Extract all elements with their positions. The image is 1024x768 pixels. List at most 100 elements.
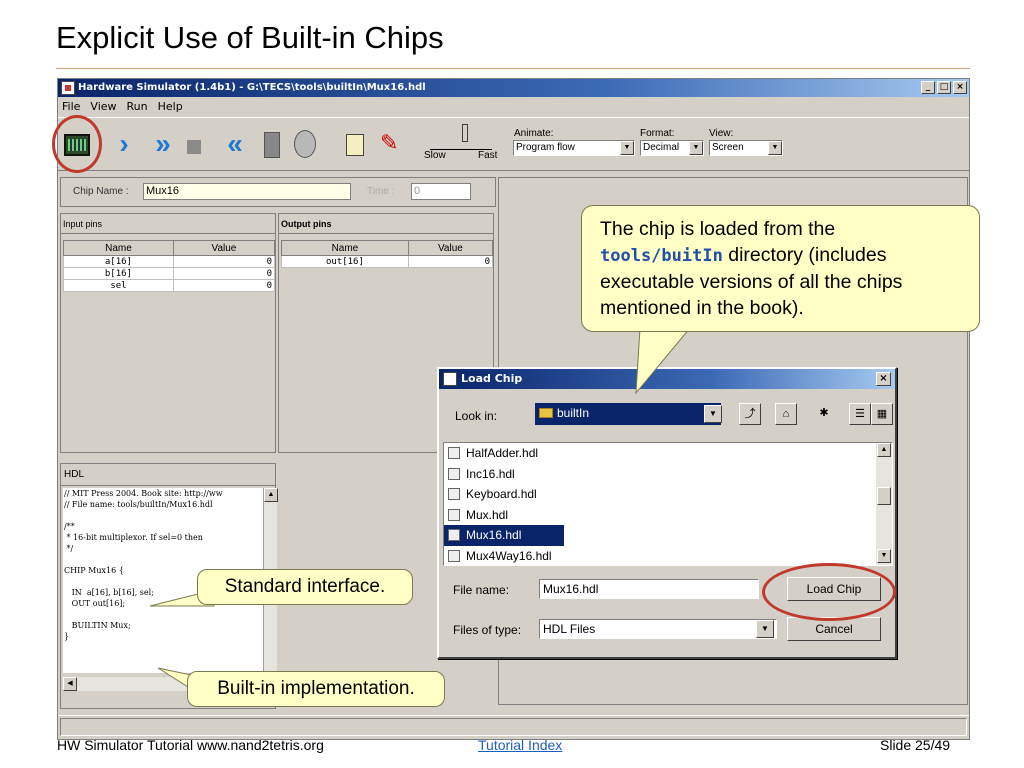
eval-icon[interactable] bbox=[264, 132, 280, 158]
home-folder-icon[interactable]: ⌂ bbox=[775, 403, 797, 425]
close-button[interactable]: × bbox=[953, 81, 967, 94]
fast-label: Fast bbox=[478, 150, 498, 161]
file-name-input[interactable]: Mux16.hdl bbox=[539, 579, 759, 599]
pin-name: b[16] bbox=[63, 267, 174, 280]
chip-name-panel: Chip Name : Mux16 Time : 0 bbox=[60, 177, 496, 207]
view-select[interactable]: Screen ▼ bbox=[709, 140, 783, 156]
minimize-button[interactable]: _ bbox=[921, 81, 935, 94]
scroll-up-icon[interactable]: ▲ bbox=[264, 488, 278, 502]
code-line: // File name: tools/builtIn/Mux16.hdl bbox=[64, 500, 213, 509]
list-view-icon[interactable]: ☰ bbox=[849, 403, 871, 425]
file-list: HalfAdder.hdl Inc16.hdl Keyboard.hdl Mux… bbox=[443, 442, 893, 566]
input-pins-table: Name Value a[16] 0 b[16] 0 sel 0 bbox=[63, 240, 276, 292]
up-folder-icon[interactable]: ⤴ bbox=[739, 403, 761, 425]
files-of-type-value: HDL Files bbox=[543, 622, 596, 636]
callout-line: The chip is loaded from the bbox=[600, 218, 836, 240]
scroll-left-icon[interactable]: ◀ bbox=[63, 677, 77, 691]
single-step-icon[interactable]: › bbox=[108, 128, 140, 160]
tutorial-index-link[interactable]: Tutorial Index bbox=[478, 737, 562, 753]
list-item[interactable]: Inc16.hdl bbox=[444, 464, 892, 485]
footer-left: HW Simulator Tutorial www.nand2tetris.or… bbox=[57, 737, 324, 753]
maximize-button[interactable]: □ bbox=[937, 81, 951, 94]
pin-value[interactable]: 0 bbox=[172, 279, 276, 292]
col-name: Name bbox=[281, 240, 409, 256]
app-icon bbox=[443, 372, 457, 386]
animate-select[interactable]: Program flow ▼ bbox=[513, 140, 635, 156]
file-icon bbox=[448, 549, 460, 562]
format-value: Decimal bbox=[643, 142, 680, 153]
load-chip-highlight-circle bbox=[52, 115, 102, 173]
list-item[interactable]: Keyboard.hdl bbox=[444, 484, 892, 505]
stop-icon[interactable] bbox=[187, 140, 201, 154]
code-line: */ bbox=[64, 544, 74, 553]
input-pins-title: Input pins bbox=[61, 214, 275, 234]
breakpoint-icon[interactable]: ✎ bbox=[380, 132, 402, 154]
menu-run[interactable]: Run bbox=[127, 98, 148, 116]
list-item-selected[interactable]: Mux16.hdl bbox=[444, 525, 564, 546]
file-icon bbox=[448, 508, 460, 521]
code-line: } bbox=[64, 632, 70, 641]
time-field: 0 bbox=[411, 183, 471, 200]
chevron-down-icon: ▼ bbox=[756, 620, 774, 638]
list-item[interactable]: HalfAdder.hdl bbox=[444, 443, 892, 464]
menu-view[interactable]: View bbox=[90, 98, 116, 116]
status-bar bbox=[58, 715, 969, 737]
callout-line: mentioned in the book). bbox=[600, 297, 804, 319]
table-row[interactable]: b[16] 0 bbox=[63, 267, 276, 280]
file-icon bbox=[448, 447, 460, 459]
table-row[interactable]: out[16] 0 bbox=[281, 255, 494, 268]
callout-line: executable versions of all the chips bbox=[600, 271, 903, 293]
file-name: Inc16.hdl bbox=[466, 466, 515, 481]
pin-value: 0 bbox=[407, 255, 494, 268]
run-icon[interactable]: » bbox=[142, 128, 174, 160]
window-titlebar[interactable]: Hardware Simulator (1.4b1) - G:\TECS\too… bbox=[58, 79, 969, 97]
chevron-down-icon: ▼ bbox=[689, 141, 703, 155]
callout-tools-dir: The chip is loaded from the tools/buitIn… bbox=[581, 205, 980, 332]
dialog-title: Load Chip bbox=[461, 372, 523, 385]
pin-name: out[16] bbox=[281, 255, 409, 268]
pin-value[interactable]: 0 bbox=[172, 255, 276, 268]
menu-file[interactable]: File bbox=[62, 98, 80, 116]
table-row[interactable]: a[16] 0 bbox=[63, 255, 276, 268]
scroll-down-icon[interactable]: ▼ bbox=[877, 549, 891, 563]
files-of-type-select[interactable]: HDL Files ▼ bbox=[539, 619, 777, 639]
list-item[interactable]: Mux.hdl bbox=[444, 505, 892, 526]
output-pins-table: Name Value out[16] 0 bbox=[281, 240, 494, 268]
dialog-titlebar[interactable]: Load Chip × bbox=[439, 369, 895, 389]
dialog-close-button[interactable]: × bbox=[876, 372, 891, 386]
chevron-down-icon[interactable]: ▼ bbox=[704, 405, 722, 423]
output-pins-title: Output pins bbox=[279, 214, 493, 234]
files-of-type-label: Files of type: bbox=[453, 623, 522, 637]
scroll-thumb[interactable] bbox=[877, 487, 891, 505]
time-label: Time : bbox=[367, 186, 395, 197]
format-label: Format: bbox=[640, 128, 675, 139]
scroll-up-icon[interactable]: ▲ bbox=[877, 443, 891, 457]
pin-name: sel bbox=[63, 279, 174, 292]
details-view-icon[interactable]: ▦ bbox=[871, 403, 893, 425]
speed-slider-thumb[interactable] bbox=[462, 124, 468, 142]
pin-value[interactable]: 0 bbox=[172, 267, 276, 280]
file-name-label: File name: bbox=[453, 583, 510, 597]
speed-slider[interactable] bbox=[430, 130, 492, 150]
look-in-select[interactable]: builtIn bbox=[535, 403, 721, 425]
look-in-label: Look in: bbox=[455, 409, 498, 423]
menu-help[interactable]: Help bbox=[158, 98, 183, 116]
chip-name-field: Mux16 bbox=[143, 183, 351, 200]
file-name: Mux16.hdl bbox=[466, 528, 522, 542]
format-select[interactable]: Decimal ▼ bbox=[640, 140, 704, 156]
file-icon bbox=[448, 467, 460, 480]
code-line: BUILTIN Mux; bbox=[64, 621, 131, 630]
toolbar: › » « ✎ Slow Fast Animate: Program flow … bbox=[52, 115, 969, 173]
col-value: Value bbox=[407, 240, 494, 256]
new-folder-icon[interactable]: ✱ bbox=[813, 403, 835, 425]
script-icon[interactable] bbox=[346, 134, 364, 156]
reset-icon[interactable]: « bbox=[214, 128, 246, 160]
view-label: View: bbox=[709, 128, 734, 139]
title-rule bbox=[56, 68, 970, 69]
clock-icon[interactable] bbox=[294, 130, 316, 158]
table-row[interactable]: sel 0 bbox=[63, 279, 276, 292]
slide-title: Explicit Use of Built-in Chips bbox=[56, 20, 444, 55]
file-list-scrollbar[interactable]: ▲ ▼ bbox=[876, 443, 892, 565]
